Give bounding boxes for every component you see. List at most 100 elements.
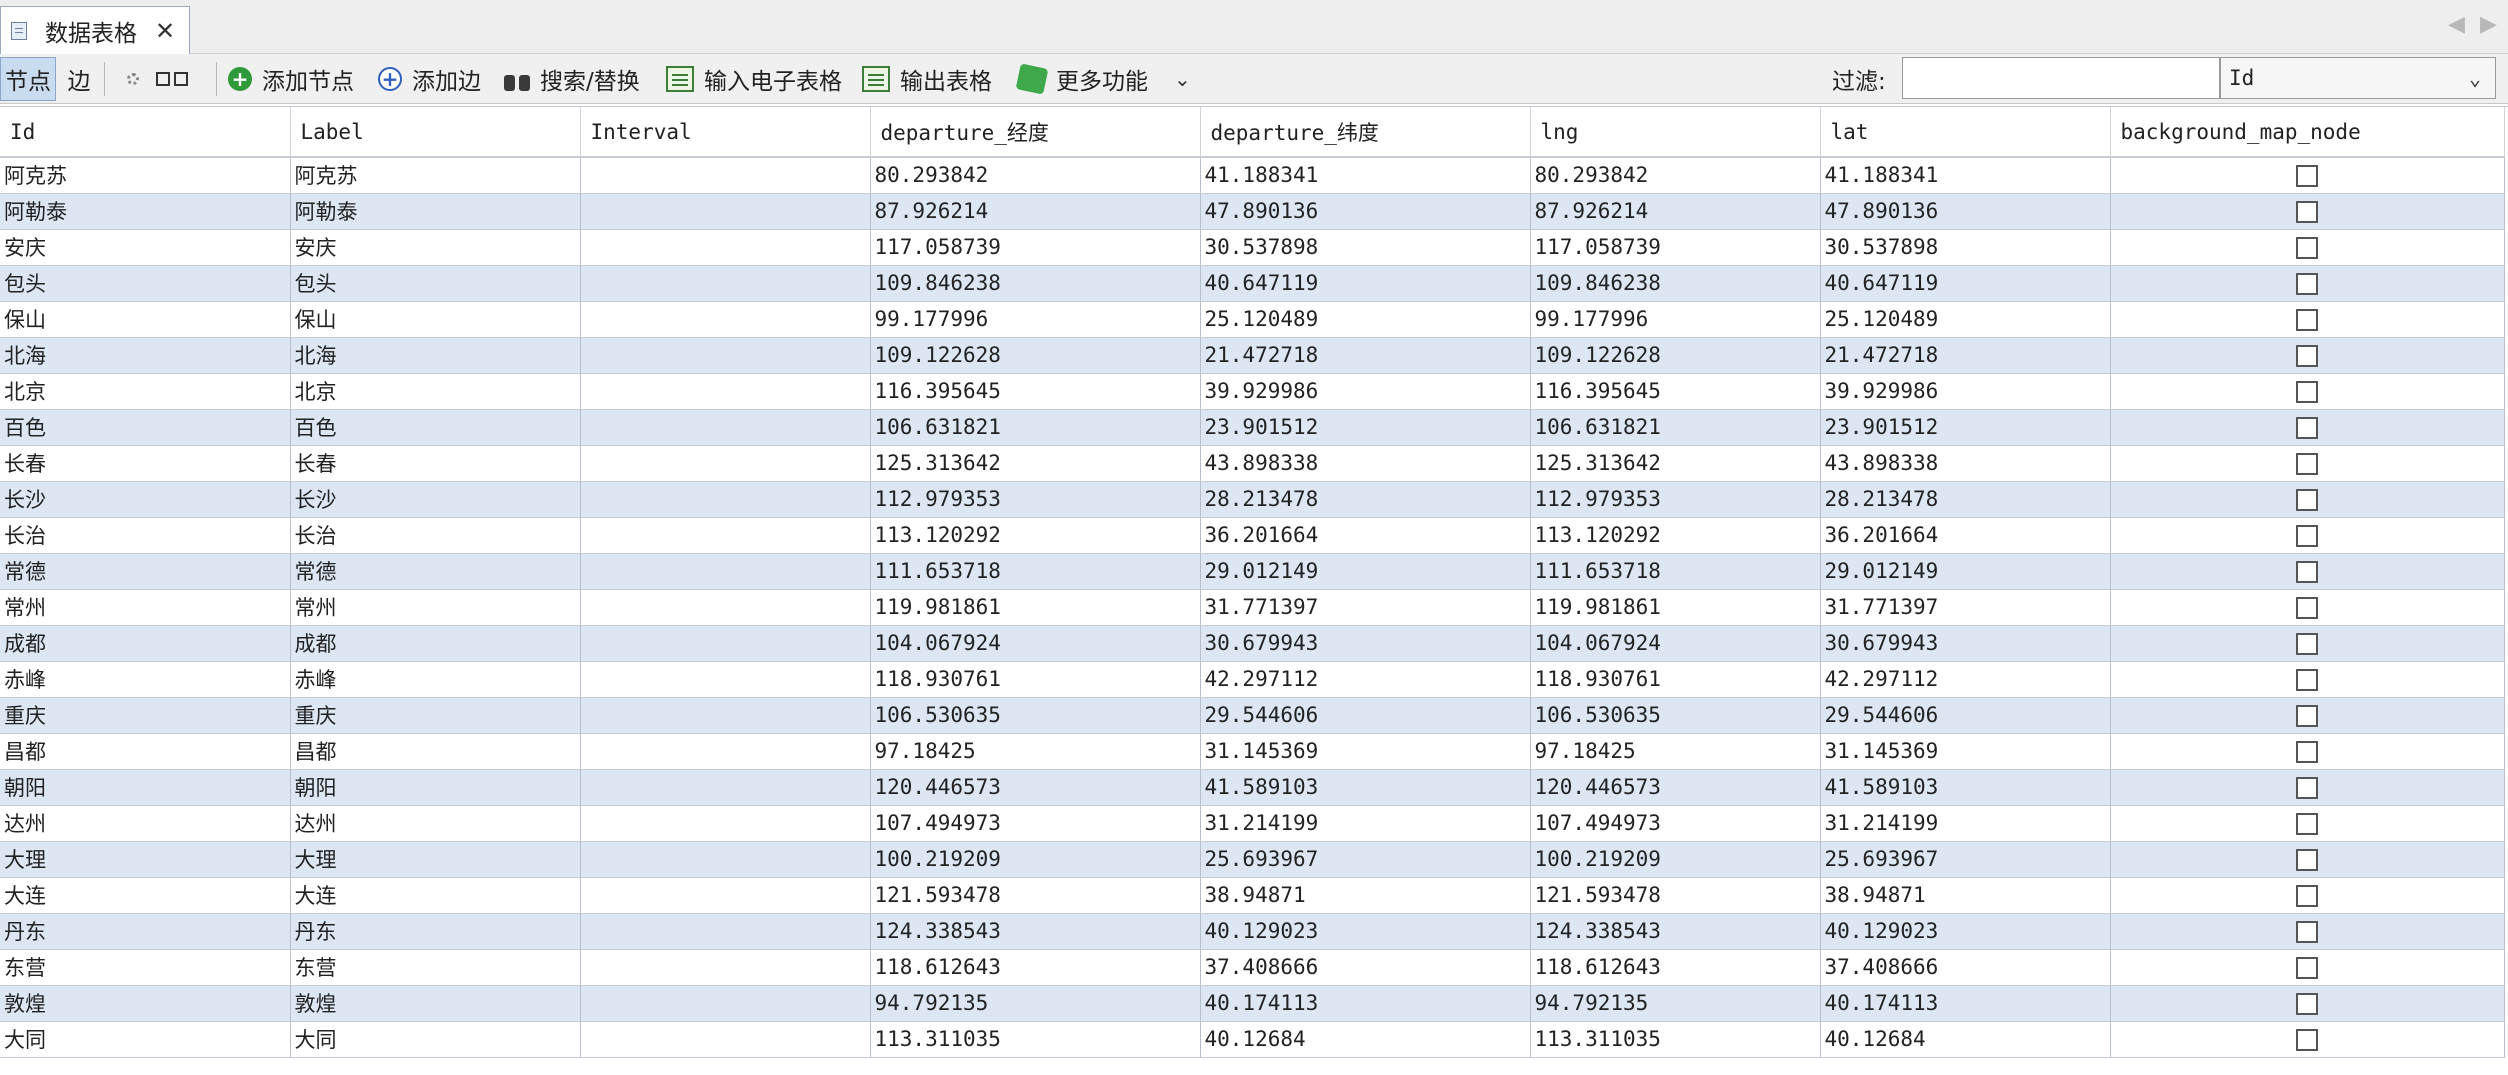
cell-lat[interactable]: 23.901512: [1820, 409, 2111, 446]
cell-departure-lat[interactable]: 30.537898: [1200, 229, 1531, 266]
cell-departure-lng[interactable]: 106.530635: [870, 697, 1201, 734]
cell-lng[interactable]: 87.926214: [1530, 193, 1821, 230]
cell-id[interactable]: 常州: [0, 589, 291, 626]
cell-departure-lng[interactable]: 112.979353: [870, 481, 1201, 518]
table-row[interactable]: 北京 北京 116.395645 39.929986 116.395645 39.9299…: [0, 373, 2505, 410]
background-map-node-checkbox[interactable]: [2296, 561, 2318, 583]
cell-interval[interactable]: [580, 265, 871, 302]
cell-label[interactable]: 丹东: [290, 913, 581, 950]
edges-toggle[interactable]: 边: [62, 54, 96, 104]
background-map-node-checkbox[interactable]: [2296, 273, 2318, 295]
cell-departure-lat[interactable]: 25.693967: [1200, 841, 1531, 878]
cell-departure-lng[interactable]: 121.593478: [870, 877, 1201, 914]
cell-interval[interactable]: [580, 877, 871, 914]
cell-label[interactable]: 保山: [290, 301, 581, 338]
cell-label[interactable]: 常德: [290, 553, 581, 590]
table-row[interactable]: 百色 百色 106.631821 23.901512 106.631821 23.9015…: [0, 409, 2505, 446]
cell-departure-lng[interactable]: 118.612643: [870, 949, 1201, 986]
cell-departure-lng[interactable]: 104.067924: [870, 625, 1201, 662]
cell-departure-lat[interactable]: 43.898338: [1200, 445, 1531, 482]
cell-lat[interactable]: 21.472718: [1820, 337, 2111, 374]
cell-lng[interactable]: 107.494973: [1530, 805, 1821, 842]
cell-interval[interactable]: [580, 553, 871, 590]
cell-id[interactable]: 昌都: [0, 733, 291, 770]
cell-id[interactable]: 达州: [0, 805, 291, 842]
cell-lng[interactable]: 97.18425: [1530, 733, 1821, 770]
table-row[interactable]: 长治 长治 113.120292 36.201664 113.120292 36.2016…: [0, 517, 2505, 554]
cell-interval[interactable]: [580, 481, 871, 518]
column-header-label[interactable]: Label: [290, 107, 581, 158]
background-map-node-checkbox[interactable]: [2296, 993, 2318, 1015]
add-edge-button[interactable]: + 添加边: [378, 54, 481, 104]
background-map-node-checkbox[interactable]: [2296, 957, 2318, 979]
table-row[interactable]: 达州 达州 107.494973 31.214199 107.494973 31.2141…: [0, 805, 2505, 842]
cell-interval[interactable]: [580, 301, 871, 338]
cell-lat[interactable]: 31.771397: [1820, 589, 2111, 626]
table-row[interactable]: 阿克苏 阿克苏 80.293842 41.188341 80.293842 41.1883…: [0, 157, 2505, 194]
table-row[interactable]: 大理 大理 100.219209 25.693967 100.219209 25.6939…: [0, 841, 2505, 878]
cell-interval[interactable]: [580, 841, 871, 878]
cell-label[interactable]: 东营: [290, 949, 581, 986]
cell-lng[interactable]: 99.177996: [1530, 301, 1821, 338]
cell-lat[interactable]: 31.214199: [1820, 805, 2111, 842]
close-icon[interactable]: ✕: [155, 17, 175, 45]
cell-departure-lng[interactable]: 87.926214: [870, 193, 1201, 230]
cell-departure-lng[interactable]: 107.494973: [870, 805, 1201, 842]
cell-departure-lng[interactable]: 100.219209: [870, 841, 1201, 878]
cell-departure-lng[interactable]: 118.930761: [870, 661, 1201, 698]
cell-id[interactable]: 成都: [0, 625, 291, 662]
cell-lng[interactable]: 104.067924: [1530, 625, 1821, 662]
cell-departure-lat[interactable]: 41.188341: [1200, 157, 1531, 194]
import-spreadsheet-button[interactable]: 输入电子表格: [666, 54, 842, 104]
column-header-background-map-node[interactable]: background_map_node: [2110, 107, 2505, 158]
background-map-node-checkbox[interactable]: [2296, 201, 2318, 223]
cell-id[interactable]: 百色: [0, 409, 291, 446]
cell-label[interactable]: 成都: [290, 625, 581, 662]
filter-column-select[interactable]: Id ⌄: [2220, 57, 2496, 99]
table-row[interactable]: 朝阳 朝阳 120.446573 41.589103 120.446573 41.5891…: [0, 769, 2505, 806]
cell-interval[interactable]: [580, 517, 871, 554]
cell-departure-lng[interactable]: 124.338543: [870, 913, 1201, 950]
column-header-interval[interactable]: Interval: [580, 107, 871, 158]
cell-interval[interactable]: [580, 445, 871, 482]
cell-lat[interactable]: 28.213478: [1820, 481, 2111, 518]
cell-departure-lat[interactable]: 31.214199: [1200, 805, 1531, 842]
cell-interval[interactable]: [580, 769, 871, 806]
add-node-button[interactable]: + 添加节点: [228, 54, 354, 104]
cell-interval[interactable]: [580, 229, 871, 266]
tab-data-table[interactable]: 数据表格 ✕: [0, 6, 190, 54]
cell-id[interactable]: 长治: [0, 517, 291, 554]
cell-label[interactable]: 大理: [290, 841, 581, 878]
cell-departure-lng[interactable]: 120.446573: [870, 769, 1201, 806]
table-row[interactable]: 安庆 安庆 117.058739 30.537898 117.058739 30.5378…: [0, 229, 2505, 266]
background-map-node-checkbox[interactable]: [2296, 417, 2318, 439]
cell-lat[interactable]: 41.188341: [1820, 157, 2111, 194]
background-map-node-checkbox[interactable]: [2296, 1029, 2318, 1051]
cell-interval[interactable]: [580, 373, 871, 410]
cell-label[interactable]: 昌都: [290, 733, 581, 770]
column-header-id[interactable]: Id: [0, 107, 291, 158]
chevron-down-icon[interactable]: ⌄: [1174, 54, 1191, 104]
cell-departure-lat[interactable]: 30.679943: [1200, 625, 1531, 662]
cell-interval[interactable]: [580, 949, 871, 986]
scroll-right-icon[interactable]: ▶: [2480, 12, 2497, 37]
cell-label[interactable]: 长春: [290, 445, 581, 482]
cell-label[interactable]: 北京: [290, 373, 581, 410]
background-map-node-checkbox[interactable]: [2296, 849, 2318, 871]
cell-id[interactable]: 大同: [0, 1021, 291, 1058]
cell-departure-lng[interactable]: 125.313642: [870, 445, 1201, 482]
table-row[interactable]: 丹东 丹东 124.338543 40.129023 124.338543 40.1290…: [0, 913, 2505, 950]
cell-lng[interactable]: 117.058739: [1530, 229, 1821, 266]
table-row[interactable]: 保山 保山 99.177996 25.120489 99.177996 25.120489: [0, 301, 2505, 338]
cell-label[interactable]: 大连: [290, 877, 581, 914]
cell-lat[interactable]: 29.544606: [1820, 697, 2111, 734]
cell-id[interactable]: 东营: [0, 949, 291, 986]
cell-departure-lng[interactable]: 113.311035: [870, 1021, 1201, 1058]
cell-id[interactable]: 北京: [0, 373, 291, 410]
cell-id[interactable]: 包头: [0, 265, 291, 302]
cell-departure-lng[interactable]: 94.792135: [870, 985, 1201, 1022]
cell-id[interactable]: 常德: [0, 553, 291, 590]
cell-label[interactable]: 达州: [290, 805, 581, 842]
filter-input[interactable]: [1902, 57, 2220, 99]
background-map-node-checkbox[interactable]: [2296, 489, 2318, 511]
